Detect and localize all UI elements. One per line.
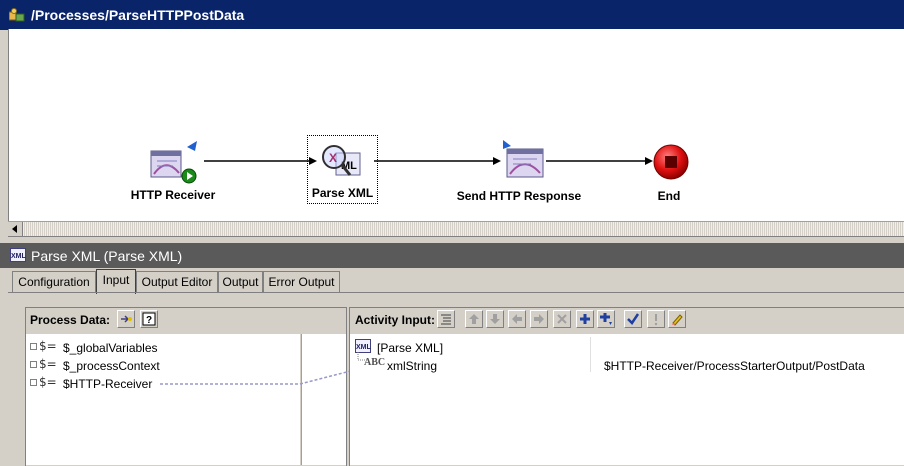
parse-xml-icon: ML X — [322, 145, 361, 176]
plus-down-icon — [600, 313, 612, 325]
tree-list-icon — [441, 314, 451, 325]
arrow-down-icon — [490, 314, 500, 324]
arrow-left-icon — [512, 314, 522, 324]
delete-button[interactable] — [553, 310, 571, 328]
activity-input-root[interactable]: [Parse XML] — [377, 341, 443, 355]
move-left-button[interactable] — [508, 310, 526, 328]
svg-text:XML: XML — [356, 344, 371, 351]
pencil-icon — [672, 314, 683, 326]
http-receiver-node[interactable] — [149, 139, 201, 187]
window-title: /Processes/ParseHTTPPostData — [31, 7, 245, 23]
tree-item-process-context[interactable]: $_processContext — [63, 359, 160, 373]
canvas-horizontal-scrollbar[interactable] — [8, 221, 904, 237]
tab-input[interactable]: Input — [96, 269, 136, 294]
end-node[interactable] — [652, 143, 690, 181]
input-field-name[interactable]: xmlString — [387, 359, 437, 373]
activity-panel-header: XML Parse XML (Parse XML) — [0, 243, 904, 268]
tab-divider — [8, 292, 904, 293]
window-title-bar: /Processes/ParseHTTPPostData — [0, 0, 904, 30]
svg-text:?: ? — [146, 315, 152, 326]
activity-panel-title: Parse XML (Parse XML) — [31, 248, 183, 264]
parse-xml-node[interactable]: ML X Parse XML — [307, 135, 378, 204]
end-label: End — [657, 189, 681, 203]
input-field-mapping[interactable]: $HTTP-Receiver/ProcessStarterOutput/Post… — [604, 359, 865, 373]
arrow-right-icon — [534, 314, 544, 324]
process-data-mapping-gutter — [301, 334, 346, 465]
add-sibling-button[interactable] — [597, 310, 615, 328]
x-icon — [557, 314, 567, 324]
arrow-up-icon — [469, 314, 479, 324]
tab-output-editor[interactable]: Output Editor — [136, 271, 218, 293]
string-type-icon: ABC — [364, 357, 386, 368]
move-down-button[interactable] — [486, 310, 504, 328]
show-tree-button[interactable] — [437, 310, 455, 328]
variable-icon: $= — [39, 375, 57, 389]
checkmark-icon — [627, 313, 640, 325]
validate-button[interactable] — [624, 310, 642, 328]
process-canvas[interactable]: HTTP Receiver ML X Parse XML Send HTTP R… — [8, 29, 904, 221]
exclamation-icon — [654, 314, 658, 326]
svg-text:XML: XML — [11, 253, 26, 260]
http-receiver-icon — [150, 141, 197, 184]
mapping-line — [160, 365, 370, 385]
svg-text:X: X — [329, 151, 337, 165]
http-receiver-label: HTTP Receiver — [130, 188, 216, 202]
arrow-map-icon — [121, 315, 132, 323]
tree-item-global-variables[interactable]: $_globalVariables — [63, 341, 158, 355]
tab-output[interactable]: Output — [218, 271, 263, 293]
stop-icon — [653, 144, 689, 180]
parse-xml-label: Parse XML — [311, 186, 374, 200]
send-http-response-icon — [503, 140, 544, 178]
send-http-response-node[interactable] — [499, 137, 549, 185]
activity-input-label: Activity Input: — [355, 313, 435, 327]
move-up-button[interactable] — [465, 310, 483, 328]
expand-toggle[interactable] — [30, 361, 37, 368]
expand-toggle[interactable] — [30, 343, 37, 350]
variable-icon: $= — [39, 357, 57, 371]
move-right-button[interactable] — [530, 310, 548, 328]
plus-icon — [580, 314, 590, 324]
tree-item-http-receiver[interactable]: $HTTP-Receiver — [63, 377, 152, 391]
tab-configuration[interactable]: Configuration — [12, 271, 96, 293]
variable-icon: $= — [39, 339, 57, 353]
triangle-left-icon — [12, 225, 17, 233]
expand-toggle[interactable] — [30, 379, 37, 386]
edit-button[interactable] — [668, 310, 686, 328]
error-button[interactable] — [647, 310, 665, 328]
column-divider — [590, 337, 591, 372]
help-button[interactable]: ? — [140, 310, 158, 328]
send-http-response-label: Send HTTP Response — [456, 189, 582, 203]
help-icon: ? — [142, 312, 156, 326]
map-data-button[interactable] — [117, 310, 135, 328]
process-icon — [8, 8, 25, 22]
tab-error-output[interactable]: Error Output — [263, 271, 340, 293]
process-data-label: Process Data: — [30, 313, 111, 327]
xml-icon: XML — [10, 248, 27, 262]
add-child-button[interactable] — [576, 310, 594, 328]
scroll-left-button[interactable] — [8, 222, 23, 236]
